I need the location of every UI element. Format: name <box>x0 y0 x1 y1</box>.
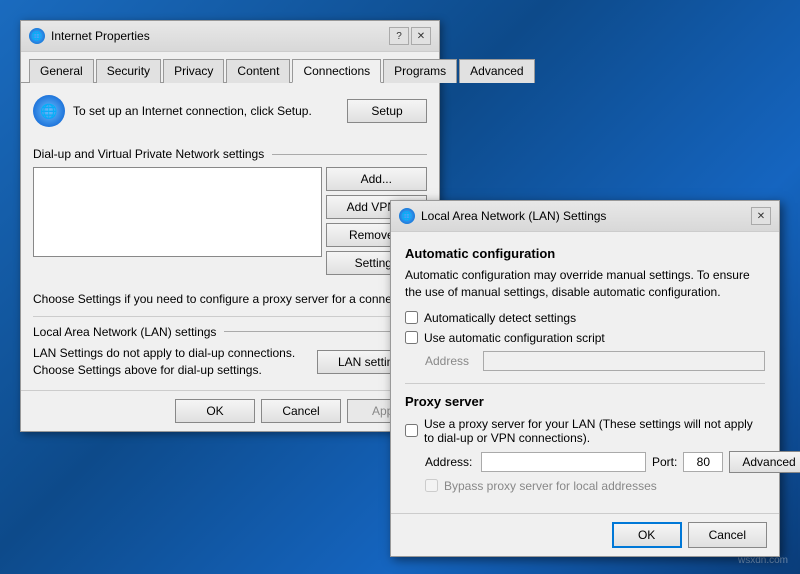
dialup-listbox[interactable] <box>33 167 322 257</box>
auto-script-row: Use automatic configuration script <box>405 331 765 345</box>
lan-dialog-title: Local Area Network (LAN) Settings <box>421 209 606 223</box>
address-row: Address <box>405 351 765 371</box>
globe-icon: 🌐 <box>33 95 65 127</box>
add-button[interactable]: Add... <box>326 167 427 191</box>
lan-label: Local Area Network (LAN) settings <box>33 325 427 339</box>
bypass-row: Bypass proxy server for local addresses <box>405 479 765 493</box>
advanced-button[interactable]: Advanced <box>729 451 800 473</box>
cancel-button[interactable]: Cancel <box>261 399 341 423</box>
dialog-icon: 🌐 <box>29 28 45 44</box>
lan-ok-button[interactable]: OK <box>612 522 682 548</box>
watermark: wsxdn.com <box>738 555 788 566</box>
setup-text: To set up an Internet connection, click … <box>73 104 312 118</box>
tab-advanced[interactable]: Advanced <box>459 59 534 83</box>
auto-config-desc: Automatic configuration may override man… <box>405 267 765 301</box>
lan-dialog-footer: OK Cancel <box>391 513 779 556</box>
proxy-desc: Choose Settings if you need to configure… <box>33 292 421 306</box>
use-proxy-checkbox[interactable] <box>405 424 418 437</box>
proxy-section: Choose Settings if you need to configure… <box>33 291 427 308</box>
auto-detect-checkbox[interactable] <box>405 311 418 324</box>
tab-security[interactable]: Security <box>96 59 161 83</box>
internet-properties-dialog: 🌐 Internet Properties ? ✕ General Securi… <box>20 20 440 432</box>
auto-config-section: Automatic configuration Automatic config… <box>405 246 765 371</box>
help-button[interactable]: ? <box>389 27 409 45</box>
tab-connections[interactable]: Connections <box>292 59 381 83</box>
close-button[interactable]: ✕ <box>411 27 431 45</box>
lan-settings-dialog: 🌐 Local Area Network (LAN) Settings ✕ Au… <box>390 200 780 557</box>
auto-script-checkbox[interactable] <box>405 331 418 344</box>
tab-privacy[interactable]: Privacy <box>163 59 224 83</box>
setup-row: 🌐 To set up an Internet connection, clic… <box>33 95 427 135</box>
proxy-server-desc[interactable]: Use a proxy server for your LAN (These s… <box>424 417 765 445</box>
lan-title-bar: 🌐 Local Area Network (LAN) Settings ✕ <box>391 201 779 232</box>
address-input[interactable] <box>483 351 765 371</box>
lan-dialog-content: Automatic configuration Automatic config… <box>391 232 779 513</box>
bypass-label[interactable]: Bypass proxy server for local addresses <box>444 479 657 493</box>
proxy-server-title: Proxy server <box>405 394 765 409</box>
auto-script-label[interactable]: Use automatic configuration script <box>424 331 605 345</box>
proxy-address-input[interactable] <box>481 452 646 472</box>
lan-section: Local Area Network (LAN) settings LAN Se… <box>33 316 427 379</box>
auto-config-title: Automatic configuration <box>405 246 765 261</box>
lan-desc: LAN Settings do not apply to dial-up con… <box>33 345 317 379</box>
dialog-footer: OK Cancel Apply <box>21 390 439 431</box>
address-label: Address <box>425 354 475 368</box>
tab-bar: General Security Privacy Content Connect… <box>21 52 439 83</box>
dialup-label: Dial-up and Virtual Private Network sett… <box>33 147 427 161</box>
lan-close-button[interactable]: ✕ <box>751 207 771 225</box>
dialup-section: Dial-up and Virtual Private Network sett… <box>33 147 427 275</box>
tab-content[interactable]: Content <box>226 59 290 83</box>
auto-detect-row: Automatically detect settings <box>405 311 765 325</box>
ok-button[interactable]: OK <box>175 399 255 423</box>
auto-detect-label[interactable]: Automatically detect settings <box>424 311 576 325</box>
lan-cancel-button[interactable]: Cancel <box>688 522 767 548</box>
setup-button[interactable]: Setup <box>347 99 427 123</box>
port-input[interactable]: 80 <box>683 452 723 472</box>
tab-general[interactable]: General <box>29 59 94 83</box>
dialog-content: 🌐 To set up an Internet connection, clic… <box>21 83 439 390</box>
dialog-title: Internet Properties <box>51 29 150 43</box>
title-bar: 🌐 Internet Properties ? ✕ <box>21 21 439 52</box>
proxy-addr-row: Address: Port: 80 Advanced <box>405 451 765 473</box>
port-label: Port: <box>652 455 677 469</box>
lan-dialog-icon: 🌐 <box>399 208 415 224</box>
bypass-checkbox[interactable] <box>425 479 438 492</box>
tab-programs[interactable]: Programs <box>383 59 457 83</box>
use-proxy-row: Use a proxy server for your LAN (These s… <box>405 417 765 445</box>
proxy-server-section: Proxy server Use a proxy server for your… <box>405 383 765 493</box>
proxy-addr-label: Address: <box>425 455 475 469</box>
